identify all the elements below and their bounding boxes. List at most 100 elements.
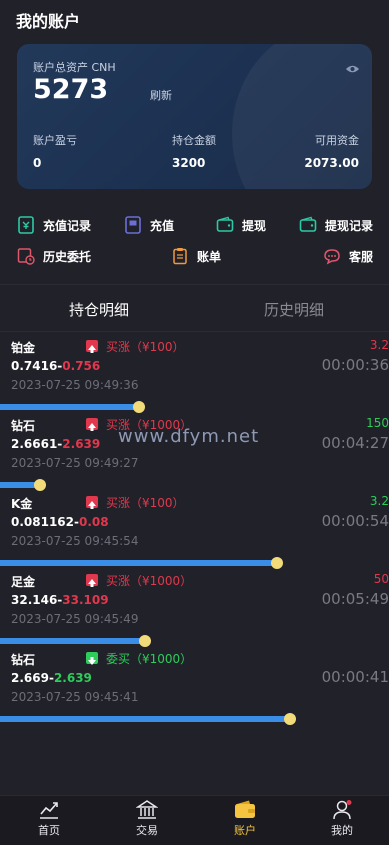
price-change: 2.639	[62, 437, 101, 451]
position-name: 足金	[11, 575, 36, 589]
stat-label-available: 可用资金	[315, 134, 359, 147]
arrow-down-icon	[86, 652, 98, 665]
position-countdown: 00:05:49	[321, 590, 389, 608]
position-row[interactable]: 钻石 买涨（¥1000） 2.6661-2.639 2023-07-25 09:49:…	[0, 410, 389, 488]
history-orders-icon	[17, 248, 35, 265]
position-time: 2023-07-25 09:49:36	[11, 378, 139, 392]
quick-withdraw-record[interactable]: 提现记录	[299, 216, 373, 234]
nav-label: 交易	[136, 824, 158, 837]
position-time: 2023-07-25 09:45:49	[11, 612, 139, 626]
withdraw-record-icon	[299, 216, 317, 232]
stat-value-position: 3200	[172, 156, 206, 170]
price-change: 0.756	[62, 359, 101, 373]
position-pnl: 3.2	[369, 338, 389, 352]
position-row[interactable]: 铂金 买涨（¥100） 0.7416-0.756 2023-07-25 09:49:3…	[0, 332, 389, 410]
bill-icon	[173, 248, 187, 265]
recharge-record-icon	[18, 216, 34, 234]
position-time: 2023-07-25 09:45:54	[11, 534, 139, 548]
wallet-icon	[235, 800, 255, 818]
position-pnl: 150	[366, 416, 389, 430]
stat-value-pnl: 0	[33, 156, 42, 170]
quick-label: 充值	[150, 218, 175, 233]
quick-recharge[interactable]: 充值	[124, 216, 174, 234]
position-name: 钻石	[11, 653, 36, 667]
quick-recharge-record[interactable]: 充值记录	[17, 216, 91, 234]
position-name: K金	[11, 497, 33, 511]
user-icon	[333, 800, 352, 820]
price-change: 2.639	[53, 671, 92, 685]
bank-icon	[136, 800, 158, 819]
price-change: 33.109	[62, 593, 109, 607]
nav-label: 首页	[38, 824, 60, 837]
position-tabs: 持仓明细 历史明细	[0, 284, 389, 332]
tab-positions[interactable]: 持仓明细	[69, 299, 129, 320]
price-base: 0.7416-	[11, 359, 63, 373]
page-title: 我的账户	[16, 12, 81, 31]
position-countdown: 00:00:36	[321, 356, 389, 374]
asset-label: 账户总资产 CNH	[33, 61, 116, 74]
position-price: 32.146-33.109	[11, 593, 109, 607]
quick-label: 提现	[242, 218, 267, 233]
quick-history-orders[interactable]: 历史委托	[17, 247, 91, 265]
position-time: 2023-07-25 09:49:27	[11, 456, 139, 470]
nav-trade[interactable]: 交易	[117, 800, 177, 838]
arrow-up-icon	[86, 418, 98, 431]
bottom-nav: 首页 交易 账户 我的	[0, 795, 389, 845]
quick-label: 账单	[197, 249, 222, 264]
position-row[interactable]: 钻石 委买（¥1000） 2.669-2.639 2023-07-25 09:45:4…	[0, 644, 389, 722]
stat-label-pnl: 账户盈亏	[33, 134, 77, 147]
position-price: 0.081162-0.08	[11, 515, 109, 529]
price-change: 0.08	[79, 515, 109, 529]
arrow-up-icon	[86, 574, 98, 587]
tab-history[interactable]: 历史明细	[264, 299, 324, 320]
price-base: 2.669-	[11, 671, 54, 685]
position-row[interactable]: 足金 买涨（¥1000） 32.146-33.109 2023-07-25 09:45…	[0, 566, 389, 644]
position-price: 2.669-2.639	[11, 671, 92, 685]
nav-account[interactable]: 账户	[215, 800, 275, 838]
arrow-up-icon	[86, 340, 98, 353]
nav-mine[interactable]: 我的	[312, 800, 372, 838]
position-pnl: 3.2	[369, 494, 389, 508]
quick-label: 客服	[349, 249, 374, 264]
eye-icon[interactable]	[345, 64, 360, 74]
position-countdown: 00:04:27	[321, 434, 389, 452]
price-base: 32.146-	[11, 593, 63, 607]
position-countdown: 00:00:41	[321, 668, 389, 686]
quick-withdraw[interactable]: 提现	[216, 216, 266, 234]
asset-card: 账户总资产 CNH 5273 刷新 账户盈亏 0 持仓金额 3200 可用资金 …	[17, 44, 372, 189]
nav-label: 我的	[331, 824, 353, 837]
price-base: 0.081162-	[11, 515, 79, 529]
stat-value-available: 2073.00	[304, 156, 359, 170]
position-direction: 委买（¥1000）	[106, 652, 193, 666]
position-row[interactable]: K金 买涨（¥100） 0.081162-0.08 2023-07-25 09:45:…	[0, 488, 389, 566]
position-direction: 买涨（¥1000）	[106, 574, 193, 588]
position-name: 钻石	[11, 419, 36, 433]
quick-label: 充值记录	[43, 218, 92, 233]
position-direction: 买涨（¥100）	[106, 496, 185, 510]
price-base: 2.6661-	[11, 437, 63, 451]
progress-bar	[0, 716, 290, 722]
position-price: 2.6661-2.639	[11, 437, 100, 451]
quick-customer-service[interactable]: 客服	[323, 247, 373, 265]
quick-label: 提现记录	[325, 218, 374, 233]
position-direction: 买涨（¥100）	[106, 340, 185, 354]
quick-label: 历史委托	[43, 249, 92, 264]
quick-bill[interactable]: 账单	[171, 247, 221, 265]
arrow-up-icon	[86, 496, 98, 509]
position-time: 2023-07-25 09:45:41	[11, 690, 139, 704]
home-chart-icon	[40, 802, 58, 819]
customer-service-icon	[324, 249, 340, 265]
stat-label-position: 持仓金额	[172, 134, 216, 147]
progress-knob	[284, 713, 296, 725]
recharge-icon	[125, 216, 141, 234]
refresh-button[interactable]: 刷新	[150, 87, 172, 103]
position-name: 铂金	[11, 341, 36, 355]
withdraw-wallet-icon	[216, 216, 234, 232]
position-price: 0.7416-0.756	[11, 359, 100, 373]
watermark-text: www.dfym.net	[118, 426, 260, 447]
nav-label: 账户	[234, 824, 256, 837]
position-countdown: 00:00:54	[321, 512, 389, 530]
position-pnl: 50	[373, 572, 389, 586]
asset-total: 5273	[33, 74, 109, 105]
nav-home[interactable]: 首页	[19, 800, 79, 838]
